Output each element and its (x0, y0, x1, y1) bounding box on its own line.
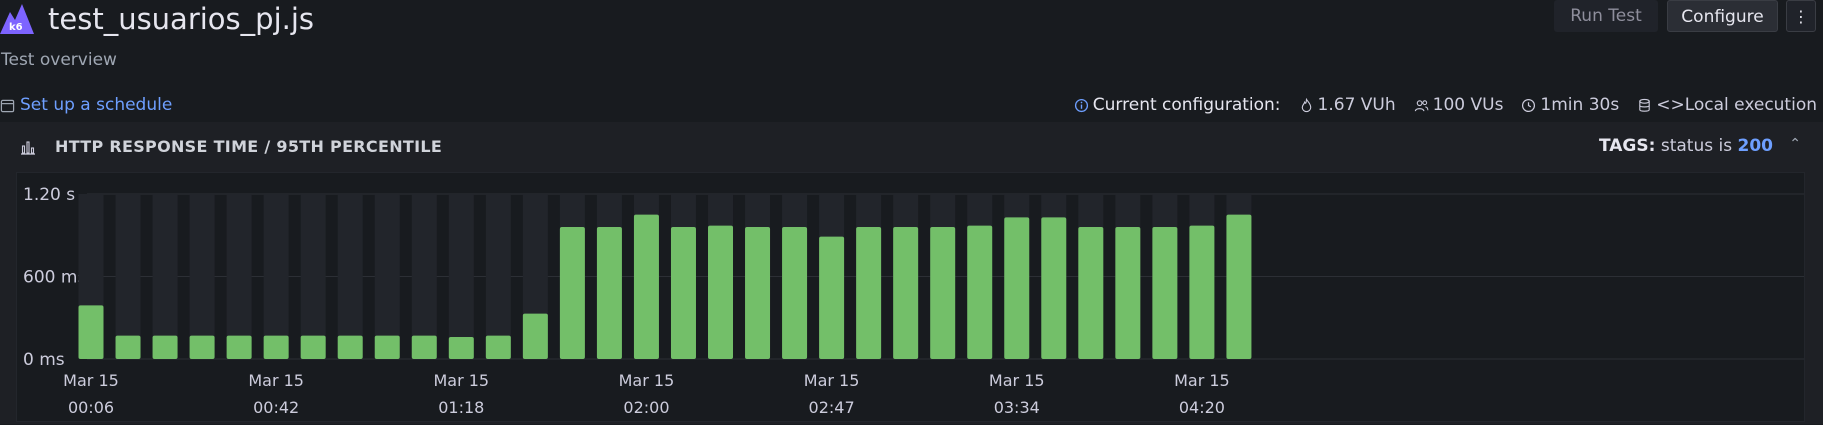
chart-bar[interactable] (1115, 227, 1141, 359)
x-tick-date: Mar 15 (804, 371, 860, 390)
chart-bar[interactable] (596, 227, 622, 359)
bar-background (448, 194, 474, 359)
chart-bar[interactable] (930, 227, 956, 359)
response-time-chart: 1.20 s600 ms0 msMar 1500:06Mar 1500:42Ma… (23, 185, 1804, 417)
tags-label: TAGS: (1599, 136, 1656, 156)
panel-header[interactable]: HTTP RESPONSE TIME / 95TH PERCENTILE TAG… (0, 122, 1823, 170)
chart-bar[interactable] (1226, 214, 1252, 359)
collapse-chevron-icon[interactable]: ⌃ (1789, 136, 1801, 152)
info-icon (1074, 98, 1088, 112)
bar-background (374, 194, 400, 359)
schedule-link-label[interactable]: Set up a schedule (20, 95, 172, 115)
bar-background (485, 194, 511, 359)
x-tick-date: Mar 15 (248, 371, 304, 390)
x-tick-date: Mar 15 (63, 371, 119, 390)
bar-background (411, 194, 437, 359)
config-vus-value: 100 VUs (1432, 95, 1504, 115)
panel-title: HTTP RESPONSE TIME / 95TH PERCENTILE (55, 137, 443, 156)
chart-bar[interactable] (708, 225, 734, 359)
y-tick-label: 0 ms (23, 350, 65, 370)
bar-background (263, 194, 289, 359)
response-time-panel: HTTP RESPONSE TIME / 95TH PERCENTILE TAG… (0, 122, 1823, 424)
chart-bar[interactable] (522, 313, 548, 359)
clock-icon (1522, 98, 1536, 112)
config-duration-value: 1min 30s (1540, 95, 1620, 115)
more-options-button[interactable]: ⋮ (1786, 0, 1816, 32)
chart-bar[interactable] (78, 305, 104, 359)
chart-bar[interactable] (226, 335, 252, 359)
tags-filter: TAGS: status is 200 (1599, 136, 1773, 156)
users-icon (1414, 99, 1429, 111)
bar-background (300, 194, 326, 359)
run-test-button[interactable]: Run Test (1554, 0, 1658, 32)
chart-area: 1.20 s 600 ms 0 ms Mar 15 00:06 Mar 15 00:42 Ma… (16, 172, 1805, 422)
tags-value: 200 (1737, 136, 1774, 156)
bar-background (337, 194, 363, 359)
chart-bar[interactable] (189, 335, 215, 359)
chart-bar[interactable] (263, 335, 289, 359)
x-tick-time: 00:06 (68, 398, 114, 417)
chart-bar[interactable] (300, 335, 326, 359)
chart-bar[interactable] (485, 335, 511, 359)
page-title: test_usuarios_pj.js (48, 2, 315, 36)
chart-bar[interactable] (633, 214, 659, 359)
x-tick-time: 02:00 (623, 398, 669, 417)
config-vuh: 1.67 VUh (1299, 95, 1396, 115)
x-tick-time: 04:20 (1179, 398, 1225, 417)
bar-background (152, 194, 178, 359)
x-tick-time: 03:34 (994, 398, 1040, 417)
x-tick-time: 01:18 (438, 398, 484, 417)
config-label: Current configuration: (1092, 95, 1281, 115)
test-header: k6 test_usuarios_pj.js Test overview Run… (0, 0, 1823, 115)
x-tick-date: Mar 15 (433, 371, 489, 390)
config-execution: <>Local execution (1637, 95, 1817, 115)
chart-bar[interactable] (856, 227, 882, 359)
chart-bar[interactable] (374, 335, 400, 359)
bar-background (189, 194, 215, 359)
flame-icon (1301, 97, 1311, 112)
chart-bar[interactable] (152, 335, 178, 359)
x-tick-date: Mar 15 (1174, 371, 1230, 390)
config-execution-value: <>Local execution (1656, 95, 1817, 115)
x-tick-time: 02:47 (809, 398, 855, 417)
chart-bar[interactable] (782, 227, 808, 359)
chart-bar[interactable] (1152, 227, 1178, 359)
chart-bar[interactable] (559, 227, 585, 359)
config-duration: 1min 30s (1521, 95, 1619, 115)
svg-text:k6: k6 (9, 22, 23, 33)
chart-bar[interactable] (893, 227, 919, 359)
schedule-link[interactable]: Set up a schedule (0, 95, 172, 115)
tags-key: status (1660, 136, 1714, 156)
chart-bar[interactable] (967, 225, 993, 359)
calendar-icon (0, 99, 15, 112)
chart-bar[interactable] (337, 335, 363, 359)
chart-bar[interactable] (1004, 217, 1030, 359)
chart-bar[interactable] (1078, 227, 1104, 359)
chart-bar[interactable] (115, 335, 141, 359)
database-icon (1639, 98, 1650, 112)
tags-operator: is (1718, 136, 1733, 156)
config-label-item: Current configuration: (1074, 95, 1281, 115)
bar-background (226, 194, 252, 359)
bar-chart-icon (21, 141, 35, 155)
x-tick-time: 00:42 (253, 398, 299, 417)
k6-logo-icon: k6 (0, 4, 34, 34)
chart-bar[interactable] (1189, 225, 1215, 359)
chart-bar[interactable] (1041, 217, 1067, 359)
y-tick-label: 600 ms (23, 268, 86, 288)
chart-bar[interactable] (411, 335, 437, 359)
bar-background (115, 194, 141, 359)
x-tick-date: Mar 15 (989, 371, 1045, 390)
page-subtitle: Test overview (1, 50, 117, 70)
current-configuration: Current configuration: 1.67 VUh 100 VUs … (1074, 95, 1817, 115)
config-vuh-value: 1.67 VUh (1317, 95, 1396, 115)
chart-bar[interactable] (819, 236, 845, 359)
chart-bar[interactable] (745, 227, 771, 359)
chart-bar[interactable] (448, 337, 474, 359)
x-tick-date: Mar 15 (619, 371, 675, 390)
chart-bar[interactable] (670, 227, 696, 359)
y-tick-label: 1.20 s (23, 185, 75, 205)
config-vus: 100 VUs (1414, 95, 1504, 115)
configure-button[interactable]: Configure (1667, 0, 1778, 32)
